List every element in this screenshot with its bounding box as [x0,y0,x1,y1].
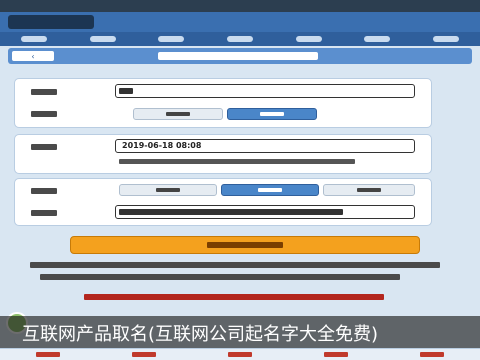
surname-input[interactable] [115,84,415,98]
nav-label [364,36,391,42]
bottom-tab-label [36,352,60,357]
bottom-tab[interactable] [288,349,384,360]
generate-name-label [207,242,283,248]
nav-label [89,36,116,42]
fixed-char-input[interactable] [115,205,415,219]
back-arrow-icon: ‹ [31,51,35,61]
nav-label [295,36,322,42]
page-title [158,52,318,60]
birth-datetime-input[interactable]: 2019-06-18 08:08 [115,139,415,153]
birth-hint [119,159,355,164]
length-option[interactable] [323,184,415,196]
nav-label [432,36,459,42]
birth-label [31,144,57,150]
options-panel [14,178,432,226]
note-line-3 [84,294,384,300]
nav-label [227,36,254,42]
birth-panel: 2019-06-18 08:08 [14,134,432,174]
app-header [0,12,480,32]
nav-item[interactable] [343,32,412,46]
length-option-label [258,188,282,192]
name-panel [14,78,432,128]
gender-label [31,111,57,117]
gender-option-label [166,112,190,116]
length-option[interactable] [119,184,217,196]
page-title-bar: ‹ [8,48,472,64]
nav-item[interactable] [69,32,138,46]
caption-text: 互联网产品取名(互联网公司起名字大全免费) [22,324,379,345]
app-logo[interactable] [8,15,94,29]
bottom-tab[interactable] [192,349,288,360]
length-option-label [156,188,180,192]
fixed-char-label [31,210,57,216]
bottom-tab-label [132,352,156,357]
bottom-tab[interactable] [96,349,192,360]
name-length-label [31,188,57,194]
nav-item[interactable] [0,32,69,46]
back-button[interactable]: ‹ [12,51,54,61]
bottom-tab[interactable] [0,349,96,360]
bottom-tab-label [228,352,252,357]
fixed-char-value [119,209,343,215]
gender-option-label [260,112,284,116]
nav-label [158,36,185,42]
length-option-label [357,188,381,192]
gender-option-female[interactable] [227,108,317,120]
bottom-tab-label [324,352,348,357]
bottom-tab[interactable] [384,349,480,360]
top-nav [0,32,480,46]
length-option[interactable] [221,184,319,196]
caption-overlay: 互联网产品取名(互联网公司起名字大全免费) [0,316,480,348]
surname-value [119,88,133,94]
status-bar [0,0,480,12]
nav-item[interactable] [137,32,206,46]
gender-option-male[interactable] [133,108,223,120]
note-line-2 [40,274,400,280]
nav-item[interactable] [206,32,275,46]
note-line-1 [30,262,440,268]
bottom-tab-bar [0,348,480,360]
surname-label [31,89,57,95]
nav-item[interactable] [411,32,480,46]
nav-item[interactable] [274,32,343,46]
bottom-tab-label [420,352,444,357]
generate-name-button[interactable] [70,236,420,254]
nav-label [21,36,48,42]
